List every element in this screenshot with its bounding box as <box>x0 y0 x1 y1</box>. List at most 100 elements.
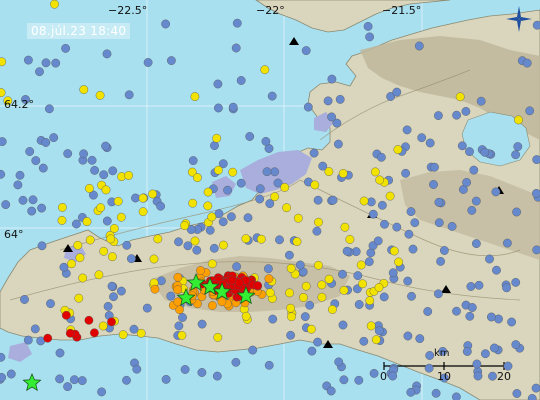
earthquake-marker[interactable] <box>173 272 183 282</box>
earthquake-marker[interactable] <box>253 281 263 290</box>
earthquake-marker[interactable] <box>148 189 158 199</box>
earthquake-marker[interactable] <box>406 387 416 397</box>
earthquake-marker[interactable] <box>212 371 222 381</box>
earthquake-marker[interactable] <box>231 357 241 367</box>
earthquake-marker[interactable] <box>94 270 104 280</box>
earthquake-marker[interactable] <box>369 368 379 378</box>
earthquake-marker[interactable] <box>25 147 35 156</box>
earthquake-marker[interactable] <box>270 192 280 202</box>
earthquake-marker[interactable] <box>1 200 11 210</box>
earthquake-marker[interactable] <box>79 149 89 159</box>
earthquake-marker[interactable] <box>394 257 403 267</box>
earthquake-marker[interactable] <box>466 282 476 291</box>
earthquake-marker[interactable] <box>85 183 94 193</box>
earthquake-marker[interactable] <box>153 234 163 244</box>
earthquake-marker[interactable] <box>116 212 126 222</box>
earthquake-marker[interactable] <box>23 335 33 345</box>
earthquake-marker[interactable] <box>46 299 55 308</box>
earthquake-marker[interactable] <box>236 76 246 85</box>
earthquake-marker[interactable] <box>345 234 355 244</box>
earthquake-marker[interactable] <box>207 301 217 310</box>
earthquake-marker[interactable] <box>55 374 64 384</box>
earthquake-marker[interactable] <box>263 264 273 274</box>
earthquake-marker[interactable] <box>223 185 233 195</box>
earthquake-marker[interactable] <box>118 330 128 340</box>
earthquake-marker[interactable] <box>97 387 107 397</box>
earthquake-marker[interactable] <box>129 324 139 334</box>
earthquake-marker[interactable] <box>511 150 520 160</box>
earthquake-marker[interactable] <box>317 292 327 302</box>
earthquake-marker[interactable] <box>180 365 190 374</box>
earthquake-marker[interactable] <box>84 315 94 325</box>
earthquake-marker[interactable] <box>373 236 383 246</box>
earthquake-marker[interactable] <box>61 44 70 53</box>
earthquake-marker[interactable] <box>102 49 112 59</box>
earthquake-marker[interactable] <box>264 274 274 284</box>
earthquake-marker[interactable] <box>210 141 219 151</box>
earthquake-marker[interactable] <box>401 168 410 178</box>
earthquake-marker[interactable] <box>256 234 266 244</box>
earthquake-marker[interactable] <box>126 254 136 264</box>
earthquake-marker[interactable] <box>370 167 380 177</box>
earthquake-marker[interactable] <box>192 245 202 255</box>
earthquake-marker[interactable] <box>188 156 198 166</box>
earthquake-marker[interactable] <box>190 236 200 246</box>
earthquake-marker[interactable] <box>327 112 336 122</box>
earthquake-marker[interactable] <box>471 239 481 249</box>
earthquake-marker[interactable] <box>474 280 484 290</box>
earthquake-marker[interactable] <box>275 235 284 245</box>
earthquake-marker[interactable] <box>414 41 424 51</box>
earthquake-marker[interactable] <box>226 212 236 222</box>
earthquake-marker[interactable] <box>99 246 109 256</box>
earthquake-marker[interactable] <box>476 96 486 106</box>
earthquake-marker[interactable] <box>328 195 338 205</box>
earthquake-marker[interactable] <box>300 312 310 321</box>
earthquake-marker[interactable] <box>338 169 348 178</box>
earthquake-marker[interactable] <box>404 229 414 239</box>
earthquake-marker[interactable] <box>248 345 258 355</box>
earthquake-marker[interactable] <box>532 245 540 255</box>
earthquake-marker[interactable] <box>241 234 251 244</box>
earthquake-marker[interactable] <box>452 306 461 316</box>
earthquake-marker[interactable] <box>338 269 347 279</box>
earthquake-marker[interactable] <box>408 244 418 254</box>
earthquake-marker[interactable] <box>423 307 433 316</box>
earthquake-marker[interactable] <box>334 357 344 367</box>
earthquake-marker[interactable] <box>295 260 305 270</box>
earthquake-marker[interactable] <box>78 273 88 283</box>
earthquake-marker[interactable] <box>27 206 37 216</box>
earthquake-marker[interactable] <box>203 201 213 211</box>
earthquake-marker[interactable] <box>37 203 46 213</box>
earthquake-marker[interactable] <box>192 173 202 183</box>
earthquake-marker[interactable] <box>309 148 319 158</box>
earthquake-marker[interactable] <box>37 241 47 251</box>
earthquake-marker[interactable] <box>301 281 311 291</box>
earthquake-marker[interactable] <box>457 141 467 151</box>
earthquake-marker[interactable] <box>480 349 490 359</box>
earthquake-marker[interactable] <box>338 320 348 330</box>
earthquake-marker[interactable] <box>491 187 501 197</box>
earthquake-marker[interactable] <box>525 106 535 116</box>
earthquake-marker[interactable] <box>371 335 381 345</box>
earthquake-marker[interactable] <box>430 162 439 172</box>
earthquake-marker[interactable] <box>245 132 255 141</box>
earthquake-marker[interactable] <box>354 300 364 309</box>
earthquake-marker[interactable] <box>354 375 364 385</box>
earthquake-marker[interactable] <box>326 386 336 396</box>
earthquake-marker[interactable] <box>90 165 100 175</box>
earthquake-marker[interactable] <box>511 277 521 287</box>
earthquake-marker[interactable] <box>286 330 295 340</box>
earthquake-marker[interactable] <box>455 92 465 102</box>
earthquake-marker[interactable] <box>124 171 134 180</box>
earthquake-marker[interactable] <box>28 195 38 205</box>
earthquake-marker[interactable] <box>507 317 516 327</box>
earthquake-marker[interactable] <box>117 286 126 296</box>
earthquake-marker[interactable] <box>166 56 176 65</box>
earthquake-marker[interactable] <box>385 191 395 201</box>
earthquake-marker[interactable] <box>473 371 483 381</box>
earthquake-marker[interactable] <box>103 301 113 311</box>
earthquake-marker[interactable] <box>363 22 373 31</box>
earthquake-marker[interactable] <box>353 271 363 280</box>
earthquake-marker[interactable] <box>402 125 412 135</box>
earthquake-marker[interactable] <box>213 103 223 113</box>
